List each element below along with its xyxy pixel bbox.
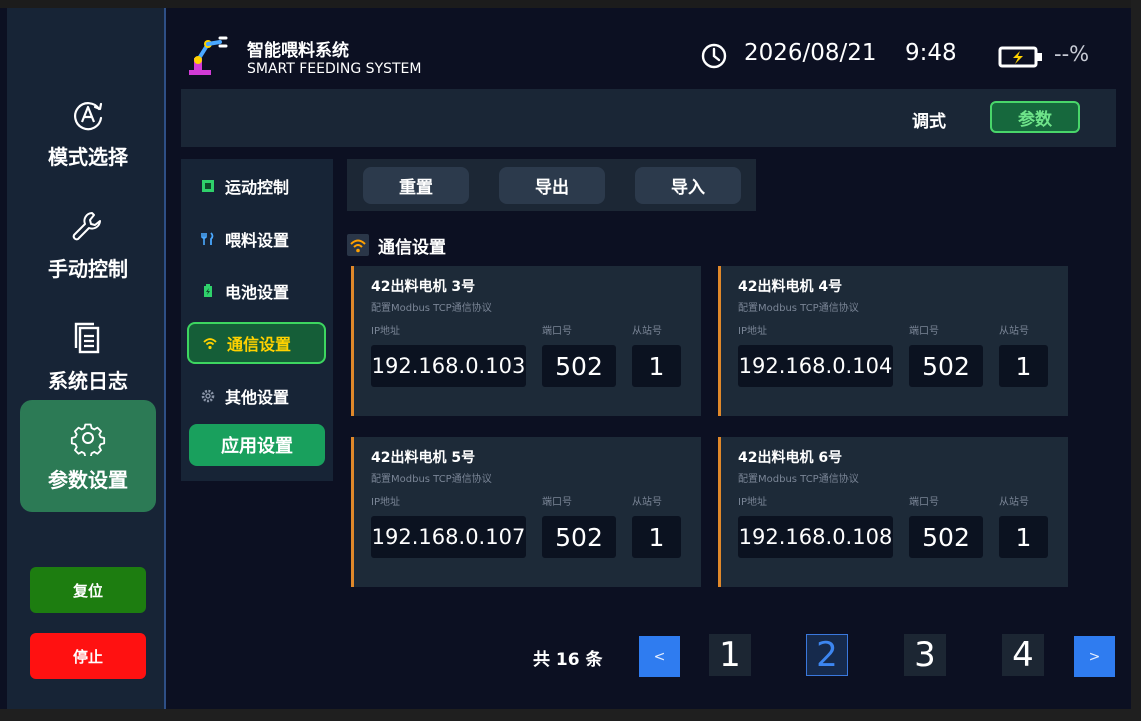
nav-param-settings-label: 参数设置 <box>48 467 128 492</box>
motor-card-desc: 配置Modbus TCP通信协议 <box>371 303 492 314</box>
slave-label: 从站号 <box>999 497 1029 508</box>
app-title-en: SMART FEEDING SYSTEM <box>247 61 422 77</box>
reset-button[interactable]: 复位 <box>30 567 146 613</box>
subnav-other-settings[interactable]: 其他设置 <box>187 375 326 417</box>
ip-field[interactable]: 192.168.0.108 <box>738 516 893 558</box>
page-button-1[interactable]: 1 <box>709 634 751 676</box>
subnav-battery-settings[interactable]: 电池设置 <box>187 270 326 312</box>
auto-mode-icon <box>74 101 103 130</box>
subnav-feeding-settings-label: 喂料设置 <box>225 231 290 250</box>
sidebar: 模式选择 手动控制 系统日志 参数设置 复位 停止 <box>7 8 166 709</box>
wrench-icon <box>72 211 101 240</box>
section-title: 通信设置 <box>378 238 446 258</box>
app-title-cn: 智能喂料系统 <box>247 41 349 61</box>
robot-arm-icon <box>189 36 228 75</box>
window-right-strip <box>1131 0 1141 721</box>
motor-card-title: 42出料电机 5号 <box>371 450 476 466</box>
slave-label: 从站号 <box>632 497 662 508</box>
subnav-comm-settings-label: 通信设置 <box>227 335 292 354</box>
nav-system-log-label: 系统日志 <box>48 368 128 393</box>
port-field[interactable]: 502 <box>909 516 983 558</box>
mode-param-tab[interactable]: 参数 <box>990 101 1080 133</box>
motor-card-desc: 配置Modbus TCP通信协议 <box>371 474 492 485</box>
page-button-3[interactable]: 3 <box>904 634 946 676</box>
window-bottom-strip <box>0 709 1141 721</box>
motor-card: 42出料电机 3号 配置Modbus TCP通信协议 IP地址 端口号 从站号 … <box>351 266 701 416</box>
subnav-comm-settings[interactable]: 通信设置 <box>187 322 326 364</box>
nav-manual-control[interactable]: 手动控制 <box>20 189 156 301</box>
ip-field[interactable]: 192.168.0.103 <box>371 345 526 387</box>
gear-icon <box>201 389 215 403</box>
slave-label: 从站号 <box>632 326 662 337</box>
ip-field[interactable]: 192.168.0.104 <box>738 345 893 387</box>
port-field[interactable]: 502 <box>909 345 983 387</box>
motor-card: 42出料电机 6号 配置Modbus TCP通信协议 IP地址 端口号 从站号 … <box>718 437 1068 587</box>
chip-icon <box>201 179 215 193</box>
slave-label: 从站号 <box>999 326 1029 337</box>
battery-charging-icon <box>998 46 1042 68</box>
export-button[interactable]: 导出 <box>499 167 605 204</box>
subnav-motion-control-label: 运动控制 <box>225 178 290 197</box>
ip-label: IP地址 <box>738 326 767 337</box>
gear-icon <box>70 423 106 456</box>
ip-label: IP地址 <box>371 497 400 508</box>
ip-field[interactable]: 192.168.0.107 <box>371 516 526 558</box>
nav-param-settings[interactable]: 参数设置 <box>20 400 156 512</box>
ip-label: IP地址 <box>738 497 767 508</box>
prev-page-button[interactable]: < <box>639 636 680 677</box>
current-time: 9:48 <box>905 40 957 66</box>
slave-field[interactable]: 1 <box>632 516 681 558</box>
port-field[interactable]: 502 <box>542 516 616 558</box>
nav-mode-select[interactable]: 模式选择 <box>20 77 156 189</box>
clock-icon <box>701 43 727 69</box>
nav-mode-select-label: 模式选择 <box>48 144 128 169</box>
battery-icon <box>201 284 215 298</box>
page-button-4[interactable]: 4 <box>1002 634 1044 676</box>
port-label: 端口号 <box>542 497 572 508</box>
stop-button[interactable]: 停止 <box>30 633 146 679</box>
mode-debug-tab[interactable]: 调式 <box>912 107 946 132</box>
slave-field[interactable]: 1 <box>999 516 1048 558</box>
motor-card-title: 42出料电机 6号 <box>738 450 843 466</box>
slave-field[interactable]: 1 <box>999 345 1048 387</box>
mode-bar <box>181 89 1116 147</box>
port-label: 端口号 <box>909 326 939 337</box>
fork-knife-icon <box>201 232 215 246</box>
motor-card: 42出料电机 5号 配置Modbus TCP通信协议 IP地址 端口号 从站号 … <box>351 437 701 587</box>
port-label: 端口号 <box>542 326 572 337</box>
slave-field[interactable]: 1 <box>632 345 681 387</box>
window-top-strip <box>0 0 1141 8</box>
current-date: 2026/08/21 <box>744 40 877 66</box>
subnav-battery-settings-label: 电池设置 <box>225 283 290 302</box>
motor-card-desc: 配置Modbus TCP通信协议 <box>738 474 859 485</box>
nav-manual-control-label: 手动控制 <box>48 256 128 281</box>
ip-label: IP地址 <box>371 326 400 337</box>
wifi-icon <box>203 336 217 350</box>
port-field[interactable]: 502 <box>542 345 616 387</box>
motor-card: 42出料电机 4号 配置Modbus TCP通信协议 IP地址 端口号 从站号 … <box>718 266 1068 416</box>
apply-settings-button[interactable]: 应用设置 <box>189 424 325 466</box>
subnav-motion-control[interactable]: 运动控制 <box>187 165 326 207</box>
nav-system-log[interactable]: 系统日志 <box>20 301 156 413</box>
motor-card-desc: 配置Modbus TCP通信协议 <box>738 303 859 314</box>
subnav-other-settings-label: 其他设置 <box>225 388 290 407</box>
total-count: 共 16 条 <box>533 650 603 670</box>
document-icon <box>74 322 100 353</box>
port-label: 端口号 <box>909 497 939 508</box>
reset-config-button[interactable]: 重置 <box>363 167 469 204</box>
page-button-2[interactable]: 2 <box>806 634 848 676</box>
subnav-feeding-settings[interactable]: 喂料设置 <box>187 218 326 260</box>
motor-card-title: 42出料电机 3号 <box>371 279 476 295</box>
motor-card-title: 42出料电机 4号 <box>738 279 843 295</box>
wifi-icon <box>347 234 369 256</box>
battery-percent: --% <box>1054 42 1090 66</box>
import-button[interactable]: 导入 <box>635 167 741 204</box>
next-page-button[interactable]: > <box>1074 636 1115 677</box>
